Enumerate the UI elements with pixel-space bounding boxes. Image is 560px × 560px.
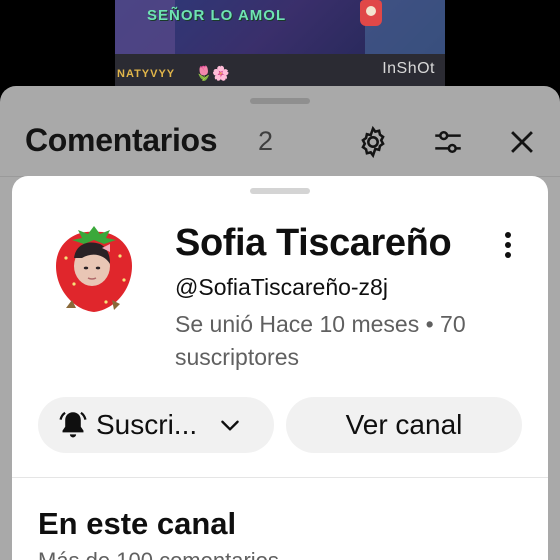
screen: SEÑOR LO AMOL NATYVYY 🌷🌸 InShOt Comentar…: [0, 0, 560, 560]
channel-name: Sofia Tiscareño: [175, 222, 452, 264]
more-options-icon[interactable]: [496, 228, 520, 262]
comments-title: Comentarios: [25, 122, 218, 158]
channel-handle: @SofiaTiscareño-z8j: [175, 274, 388, 300]
strawberry-avatar-icon: [56, 226, 132, 312]
flower-stickers: 🌷🌸: [195, 65, 230, 81]
section-title: En este canal: [38, 506, 237, 541]
subscribe-label: Suscri...: [96, 409, 198, 440]
view-channel-button[interactable]: Ver canal: [286, 397, 522, 453]
video-author-tag: NATYVYY: [117, 68, 176, 80]
gumball-machine-graphic: [360, 0, 382, 26]
card-divider: [12, 477, 548, 478]
channel-meta: Se unió Hace 10 meses • 70 suscriptores: [175, 311, 466, 370]
avatar[interactable]: [44, 218, 144, 318]
comments-count: 2: [258, 126, 274, 156]
card-drag-handle[interactable]: [250, 188, 310, 194]
close-icon[interactable]: [502, 122, 542, 162]
channel-card: Sofia Tiscareño @SofiaTiscareño-z8j Se u…: [12, 176, 548, 560]
inshot-watermark: InShOt: [382, 60, 435, 77]
video-preview[interactable]: SEÑOR LO AMOL NATYVYY 🌷🌸 InShOt: [115, 0, 445, 86]
video-caption: SEÑOR LO AMOL: [147, 7, 287, 24]
section-subtitle: Más de 100 comentarios: [38, 548, 279, 560]
comments-drag-handle[interactable]: [250, 98, 310, 104]
sliders-icon[interactable]: [428, 122, 468, 162]
bell-icon: [59, 411, 87, 438]
view-channel-label: Ver canal: [345, 409, 463, 440]
subscribe-button[interactable]: Suscri...: [38, 397, 274, 453]
gear-icon[interactable]: [353, 122, 393, 162]
chevron-down-icon: [221, 420, 239, 431]
